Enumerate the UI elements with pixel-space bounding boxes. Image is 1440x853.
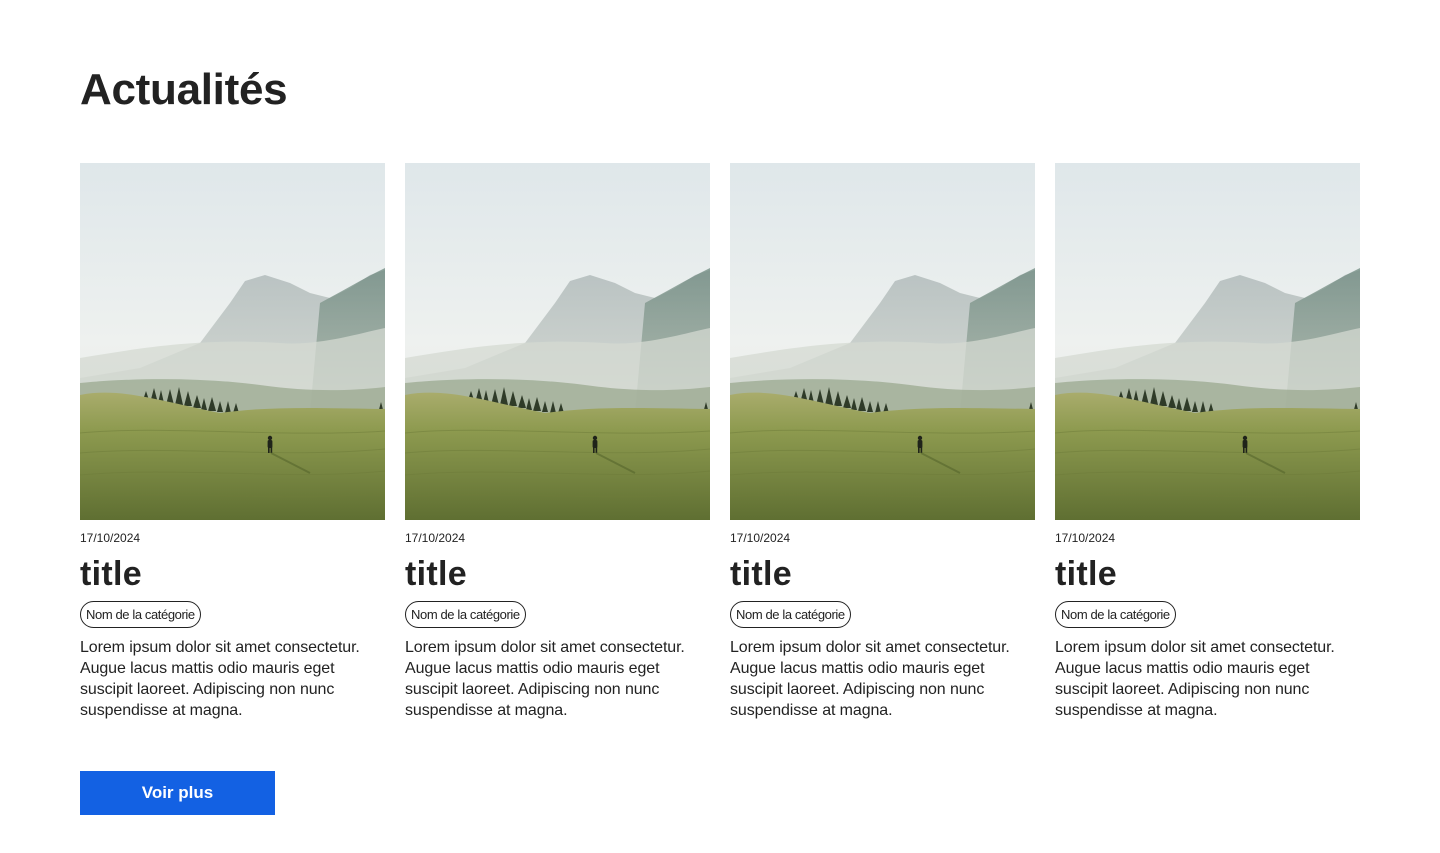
landscape-photo	[80, 163, 385, 520]
card-title[interactable]: title	[1055, 557, 1360, 591]
category-chip[interactable]: Nom de la catégorie	[1055, 601, 1176, 628]
news-card[interactable]: 17/10/2024 title Nom de la catégorie Lor…	[1055, 163, 1360, 721]
category-chip[interactable]: Nom de la catégorie	[405, 601, 526, 628]
see-more-button[interactable]: Voir plus	[80, 771, 275, 815]
card-description: Lorem ipsum dolor sit amet consectetur. …	[405, 639, 685, 719]
card-title[interactable]: title	[405, 557, 710, 591]
news-card[interactable]: 17/10/2024 title Nom de la catégorie Lor…	[80, 163, 385, 721]
landscape-photo	[1055, 163, 1360, 520]
card-image[interactable]	[730, 163, 1035, 520]
card-description: Lorem ipsum dolor sit amet consectetur. …	[730, 639, 1010, 719]
card-description: Lorem ipsum dolor sit amet consectetur. …	[80, 639, 360, 719]
card-image[interactable]	[1055, 163, 1360, 520]
card-image[interactable]	[80, 163, 385, 520]
card-title[interactable]: title	[730, 557, 1035, 591]
card-date: 17/10/2024	[730, 531, 791, 545]
news-card[interactable]: 17/10/2024 title Nom de la catégorie Lor…	[405, 163, 710, 721]
card-image[interactable]	[405, 163, 710, 520]
landscape-photo	[405, 163, 710, 520]
news-card-list: 17/10/2024 title Nom de la catégorie Lor…	[80, 163, 1360, 721]
news-card[interactable]: 17/10/2024 title Nom de la catégorie Lor…	[730, 163, 1035, 721]
category-chip[interactable]: Nom de la catégorie	[730, 601, 851, 628]
category-chip[interactable]: Nom de la catégorie	[80, 601, 201, 628]
card-title[interactable]: title	[80, 557, 385, 591]
landscape-photo	[730, 163, 1035, 520]
card-description: Lorem ipsum dolor sit amet consectetur. …	[1055, 639, 1335, 719]
section-title: Actualités	[80, 65, 288, 114]
card-date: 17/10/2024	[80, 531, 141, 545]
card-date: 17/10/2024	[405, 531, 466, 545]
card-date: 17/10/2024	[1055, 531, 1116, 545]
